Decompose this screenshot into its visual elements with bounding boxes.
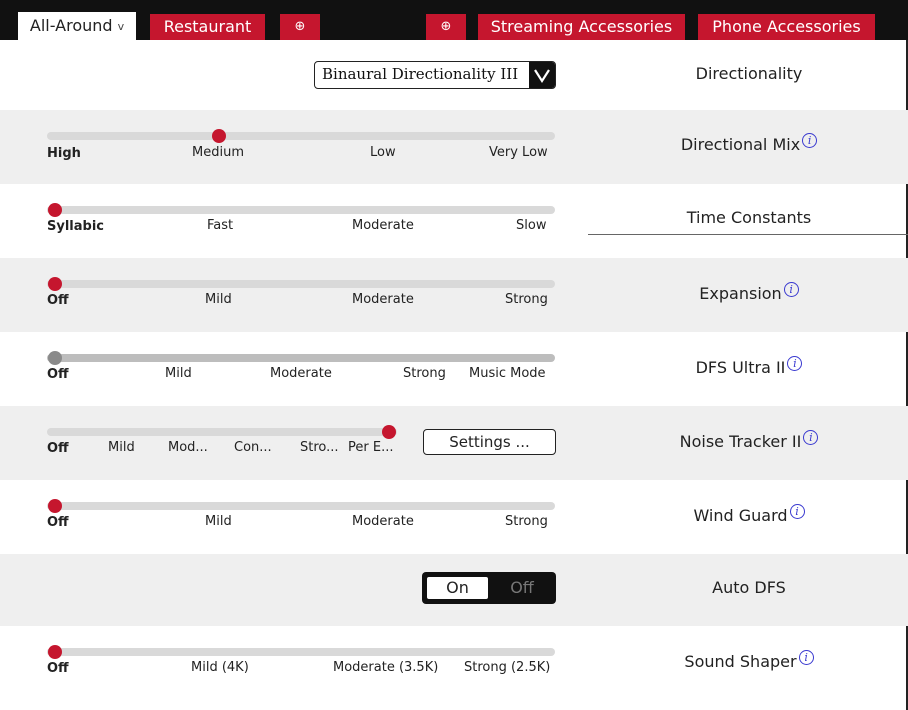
- info-icon[interactable]: i: [783, 282, 799, 297]
- tick-label: Mild: [205, 292, 232, 307]
- tick-label: Moderate: [352, 514, 414, 529]
- tick-label: Off: [47, 367, 69, 382]
- directionality-label: Directionality: [695, 64, 803, 83]
- tick-label: Off: [47, 441, 69, 456]
- toggle-on-option[interactable]: On: [427, 577, 488, 599]
- tick-label: Strong (2.5K): [464, 660, 551, 675]
- tick-label: Music Mode: [469, 366, 546, 381]
- tick-label: Strong: [505, 514, 548, 529]
- tick-label: Low: [370, 145, 396, 160]
- tab-label: Streaming Accessories: [490, 17, 673, 36]
- noise-tracker-label: Noise Tracker II i: [590, 430, 908, 451]
- expansion-slider[interactable]: [47, 280, 555, 288]
- tab-label: Phone Accessories: [712, 17, 861, 36]
- dfs-ultra-slider[interactable]: [47, 354, 555, 362]
- tab-phone-accessories[interactable]: Phone Accessories: [698, 14, 875, 40]
- toggle-off-option[interactable]: Off: [492, 577, 552, 599]
- add-accessory-button[interactable]: ⊕: [426, 14, 466, 40]
- tick-label: Per E...: [348, 440, 394, 455]
- tick-label: Slow: [516, 218, 547, 233]
- tick-label: Mild: [205, 514, 232, 529]
- tick-label: Off: [47, 293, 69, 308]
- plus-icon: ⊕: [294, 19, 306, 34]
- info-icon[interactable]: i: [798, 650, 814, 665]
- tick-label: Moderate: [352, 292, 414, 307]
- directional-mix-row: High Medium Low Very Low Directional Mix…: [0, 110, 908, 184]
- tab-label: All-Around: [29, 16, 113, 35]
- time-constants-slider[interactable]: [47, 206, 555, 214]
- chevron-down-icon: v: [117, 20, 125, 33]
- dropdown-value: Binaural Directionality III: [322, 65, 519, 83]
- info-icon[interactable]: i: [787, 356, 803, 371]
- plus-icon: ⊕: [440, 19, 452, 34]
- tick-label: Strong: [505, 292, 548, 307]
- slider-thumb[interactable]: [48, 499, 62, 513]
- tick-label: Moderate: [270, 366, 332, 381]
- tick-label: Mod...: [168, 440, 208, 455]
- slider-thumb[interactable]: [48, 277, 62, 291]
- tick-label: Fast: [207, 218, 234, 233]
- dfs-ultra-row: Off Mild Moderate Strong Music Mode DFS …: [0, 332, 908, 406]
- tick-label: Con...: [234, 440, 272, 455]
- tick-label: Off: [47, 661, 69, 676]
- tick-label: Moderate (3.5K): [333, 660, 439, 675]
- dfs-ultra-label: DFS Ultra II i: [590, 356, 908, 377]
- tick-label: Strong: [403, 366, 446, 381]
- tick-label: Off: [47, 515, 69, 530]
- expansion-row: Off Mild Moderate Strong Expansion i: [0, 258, 908, 332]
- sound-shaper-slider[interactable]: [47, 648, 555, 656]
- tab-all-around[interactable]: All-Around v: [18, 12, 136, 40]
- expansion-label: Expansion i: [590, 282, 908, 303]
- tick-label: Mild (4K): [191, 660, 249, 675]
- auto-dfs-label: Auto DFS: [712, 578, 786, 597]
- tick-label: Stro...: [300, 440, 339, 455]
- auto-dfs-toggle[interactable]: On Off: [422, 572, 556, 604]
- info-icon[interactable]: i: [803, 430, 819, 445]
- time-constants-label: Time Constants: [686, 208, 812, 227]
- divider: [588, 234, 908, 235]
- time-constants-row: Syllabic Fast Moderate Slow Time Constan…: [0, 184, 908, 258]
- noise-tracker-slider[interactable]: [47, 428, 397, 436]
- tab-restaurant[interactable]: Restaurant: [150, 14, 265, 40]
- slider-thumb[interactable]: [48, 645, 62, 659]
- directional-mix-slider[interactable]: [47, 132, 555, 140]
- info-icon[interactable]: i: [789, 504, 805, 519]
- tick-label: High: [47, 146, 81, 161]
- directional-mix-label: Directional Mix i: [590, 133, 908, 154]
- tick-label: Mild: [108, 440, 135, 455]
- add-program-button[interactable]: ⊕: [280, 14, 320, 40]
- sound-shaper-label: Sound Shaper i: [590, 650, 908, 671]
- tab-label: Restaurant: [163, 17, 252, 36]
- tick-label: Syllabic: [47, 219, 104, 234]
- directionality-dropdown[interactable]: Binaural Directionality III: [314, 61, 556, 89]
- info-icon[interactable]: i: [802, 133, 818, 148]
- tab-streaming-accessories[interactable]: Streaming Accessories: [478, 14, 685, 40]
- slider-thumb[interactable]: [382, 425, 396, 439]
- wind-guard-slider[interactable]: [47, 502, 555, 510]
- wind-guard-label: Wind Guard i: [590, 504, 908, 525]
- tick-label: Moderate: [352, 218, 414, 233]
- slider-thumb[interactable]: [212, 129, 226, 143]
- sound-shaper-row: Off Mild (4K) Moderate (3.5K) Strong (2.…: [0, 626, 908, 710]
- profile-tab-bar: All-Around v Restaurant ⊕ ⊕ Streaming Acc…: [0, 0, 908, 40]
- chevron-down-icon: [529, 62, 555, 88]
- slider-thumb[interactable]: [48, 351, 62, 365]
- tick-label: Very Low: [489, 145, 548, 160]
- slider-thumb[interactable]: [48, 203, 62, 217]
- tick-label: Mild: [165, 366, 192, 381]
- noise-tracker-settings-button[interactable]: Settings ...: [423, 429, 556, 455]
- tick-label: Medium: [192, 145, 244, 160]
- wind-guard-row: Off Mild Moderate Strong Wind Guard i: [0, 480, 908, 554]
